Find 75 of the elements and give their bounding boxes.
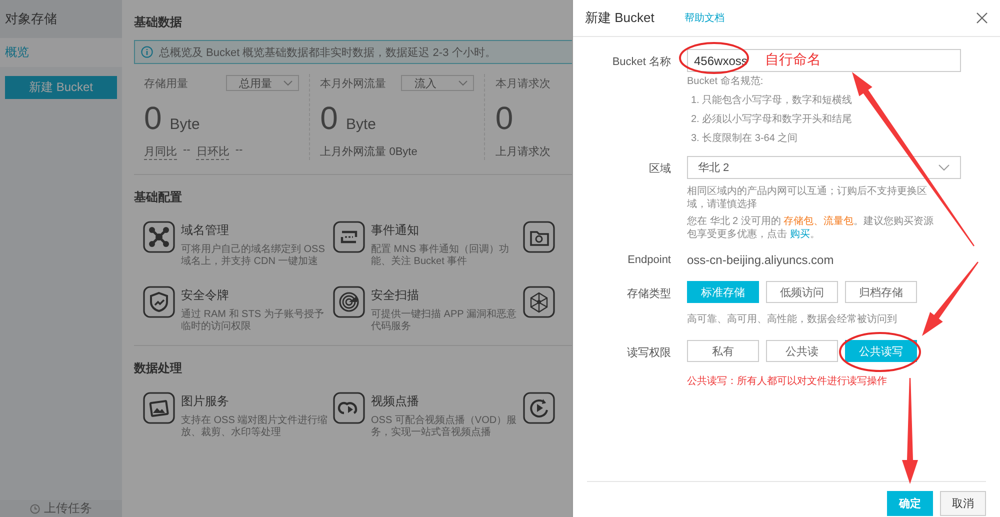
- naming-rule: 2. 必须以小写字母和数字开头和结尾: [690, 113, 854, 127]
- service-title[interactable]: 事件通知: [371, 222, 509, 239]
- stat-label: 本月请求次: [495, 76, 550, 90]
- storage-type-hint: 高可靠、高可用、高性能，数据会经常被访问到: [687, 312, 898, 327]
- stat-compare-value: --: [235, 144, 243, 158]
- service-description: 可将用户自己的域名绑定到 OSS 域名上，并支持 CDN 一键加速: [181, 244, 325, 268]
- image-icon: [143, 392, 175, 424]
- stat-value: 0: [144, 100, 162, 137]
- message-icon: [333, 221, 365, 253]
- info-icon: [141, 46, 153, 58]
- folder-icon: [523, 221, 555, 253]
- endpoint-value: oss-cn-beijing.aliyuncs.com: [687, 252, 835, 268]
- field-label: Bucket 名称: [611, 55, 671, 70]
- storage-type-option[interactable]: 归档存储: [845, 281, 917, 303]
- permission-warning: 公共读写：所有人都可以对文件进行读写操作: [687, 374, 888, 388]
- close-icon[interactable]: [976, 12, 988, 24]
- stat-unit: Byte: [170, 116, 200, 133]
- section-title: 基础配置: [134, 189, 183, 206]
- service-title[interactable]: 图片服务: [181, 393, 328, 410]
- stat-compare-label: 月同比: [144, 144, 177, 160]
- storage-type-option[interactable]: 低频访问: [766, 281, 838, 303]
- permission-option[interactable]: 公共读: [766, 340, 838, 362]
- drawer-title: 新建 Bucket: [585, 9, 654, 27]
- stat-compare-label: 日环比: [196, 144, 230, 160]
- shield-icon: [143, 286, 175, 318]
- service-description: 支持在 OSS 端对图片文件进行缩 放、裁剪、水印等处理: [181, 415, 328, 439]
- notice-bar: 总概览及 Bucket 概览基础数据都非实时数据，数据延迟 2-3 个小时。: [134, 40, 572, 64]
- clock-icon: [30, 504, 40, 514]
- sidebar-title: 对象存储: [0, 0, 122, 38]
- chevron-icon: [283, 80, 294, 86]
- annotation-text: 自行命名: [765, 51, 821, 69]
- chevron-icon: [458, 80, 468, 86]
- naming-rule: 3. 长度限制在 3-64 之间: [690, 132, 799, 146]
- service-description: 配置 MNS 事件通知（回调）功 能、关注 Bucket 事件: [371, 244, 509, 268]
- field-label: 区域: [648, 162, 671, 177]
- service-title[interactable]: 视频点播: [371, 393, 517, 410]
- stat-footer: 上月外网流量 0Byte: [320, 144, 418, 159]
- service-description: 通过 RAM 和 STS 为子账号授予 临时的访问权限: [181, 309, 324, 333]
- stat-value: 0: [320, 100, 338, 137]
- region-note: 相同区域内的产品内网可以互通；订购后不支持更换区域，请谨慎选择: [687, 185, 928, 211]
- dropdown[interactable]: 总用量: [226, 75, 300, 91]
- stat-value: 0: [495, 100, 514, 137]
- radar-icon: [333, 286, 365, 318]
- service-title[interactable]: 安全令牌: [181, 287, 324, 304]
- region-offer-note: 您在 华北 2 没可用的 存储包、流量包。建议您购买资源包享受更多优惠，点击 购买。: [687, 215, 935, 241]
- permission-option[interactable]: 私有: [687, 340, 759, 362]
- stat-label: 存储用量: [144, 76, 188, 90]
- help-link[interactable]: 帮助文档: [684, 11, 724, 25]
- section-title: 数据处理: [134, 360, 183, 377]
- service-title[interactable]: 安全扫描: [371, 287, 516, 304]
- service-description: OSS 可配合视频点播（VOD）服 务，实现一站式音视频点播: [371, 415, 517, 439]
- stat-label: 本月外网流量: [320, 76, 386, 90]
- cancel-button[interactable]: 取消: [940, 491, 986, 516]
- chevron-icon: [938, 164, 950, 171]
- field-label: 读写权限: [626, 346, 671, 361]
- network-icon: [523, 286, 555, 318]
- replay-icon: [523, 392, 555, 424]
- ellipse-mark: [679, 42, 749, 74]
- field-label: Endpoint: [626, 253, 671, 268]
- stat-compare-value: --: [183, 144, 190, 158]
- section-title: 基础数据: [134, 14, 183, 31]
- stat-footer: 上月请求次: [495, 144, 550, 159]
- naming-rule: 1. 只能包含小写字母，数字和短横线: [690, 94, 854, 108]
- service-title[interactable]: 域名管理: [181, 222, 325, 239]
- package-link[interactable]: 存储包、流量包: [784, 216, 854, 227]
- buy-link[interactable]: 购买: [790, 229, 810, 240]
- nodes-icon: [143, 221, 175, 253]
- service-description: 可提供一键扫描 APP 漏洞和恶意 代码服务: [371, 309, 516, 333]
- naming-rules-title: Bucket 命名规范:: [687, 75, 764, 89]
- upload-tasks-bar[interactable]: 上传任务: [0, 500, 122, 517]
- region-select[interactable]: 华北 2: [687, 156, 961, 179]
- stat-unit: Byte: [346, 116, 376, 133]
- dropdown[interactable]: 流入: [401, 75, 474, 91]
- cloud-play-icon: [333, 392, 365, 424]
- field-label: 存储类型: [626, 287, 671, 302]
